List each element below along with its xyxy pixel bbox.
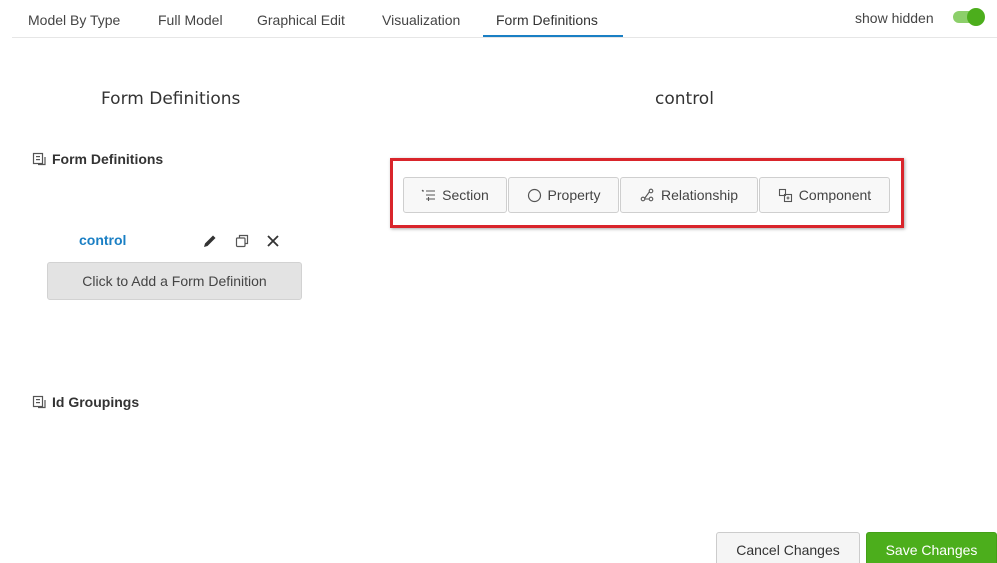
section-label: Section — [442, 187, 489, 203]
property-icon — [527, 188, 541, 202]
tab-full-model[interactable]: Full Model — [158, 12, 223, 28]
add-property-button[interactable]: Property — [508, 177, 619, 213]
close-icon[interactable] — [264, 232, 282, 250]
show-hidden-toggle[interactable] — [953, 8, 985, 26]
copy-icon[interactable] — [233, 232, 251, 250]
left-panel-title: Form Definitions — [101, 89, 241, 109]
form-icon — [32, 152, 46, 166]
id-groupings-heading: Id Groupings — [32, 394, 139, 410]
property-label: Property — [547, 187, 601, 203]
add-form-definition-button[interactable]: Click to Add a Form Definition — [47, 262, 302, 300]
id-groupings-heading-label: Id Groupings — [52, 394, 140, 410]
form-definitions-heading-label: Form Definitions — [52, 151, 164, 167]
relationship-label: Relationship — [660, 187, 739, 203]
component-label: Component — [798, 187, 872, 203]
add-relationship-button[interactable]: Relationship — [620, 177, 758, 213]
form-definition-item-control[interactable]: control — [79, 232, 126, 248]
add-section-button[interactable]: Section — [403, 177, 507, 213]
pencil-icon[interactable] — [201, 232, 219, 250]
tab-form-definitions[interactable]: Form Definitions — [496, 12, 598, 28]
tab-model-by-type[interactable]: Model By Type — [28, 12, 120, 28]
tab-visualization[interactable]: Visualization — [382, 12, 460, 28]
tab-graphical-edit[interactable]: Graphical Edit — [257, 12, 345, 28]
cancel-changes-button[interactable]: Cancel Changes — [716, 532, 860, 563]
add-element-button-group: Section Property Relationship Component — [403, 177, 891, 213]
toggle-knob — [967, 8, 985, 26]
right-panel-title: control — [655, 89, 714, 109]
save-changes-button[interactable]: Save Changes — [866, 532, 997, 563]
tab-bar: Model By Type Full Model Graphical Edit … — [12, 0, 997, 38]
active-tab-indicator — [483, 35, 623, 37]
show-hidden-label: show hidden — [855, 10, 934, 26]
add-component-button[interactable]: Component — [759, 177, 890, 213]
form-icon — [32, 395, 46, 409]
form-definitions-heading: Form Definitions — [32, 151, 163, 167]
relationship-icon — [640, 188, 654, 201]
component-icon — [778, 188, 792, 202]
section-icon — [421, 189, 436, 201]
